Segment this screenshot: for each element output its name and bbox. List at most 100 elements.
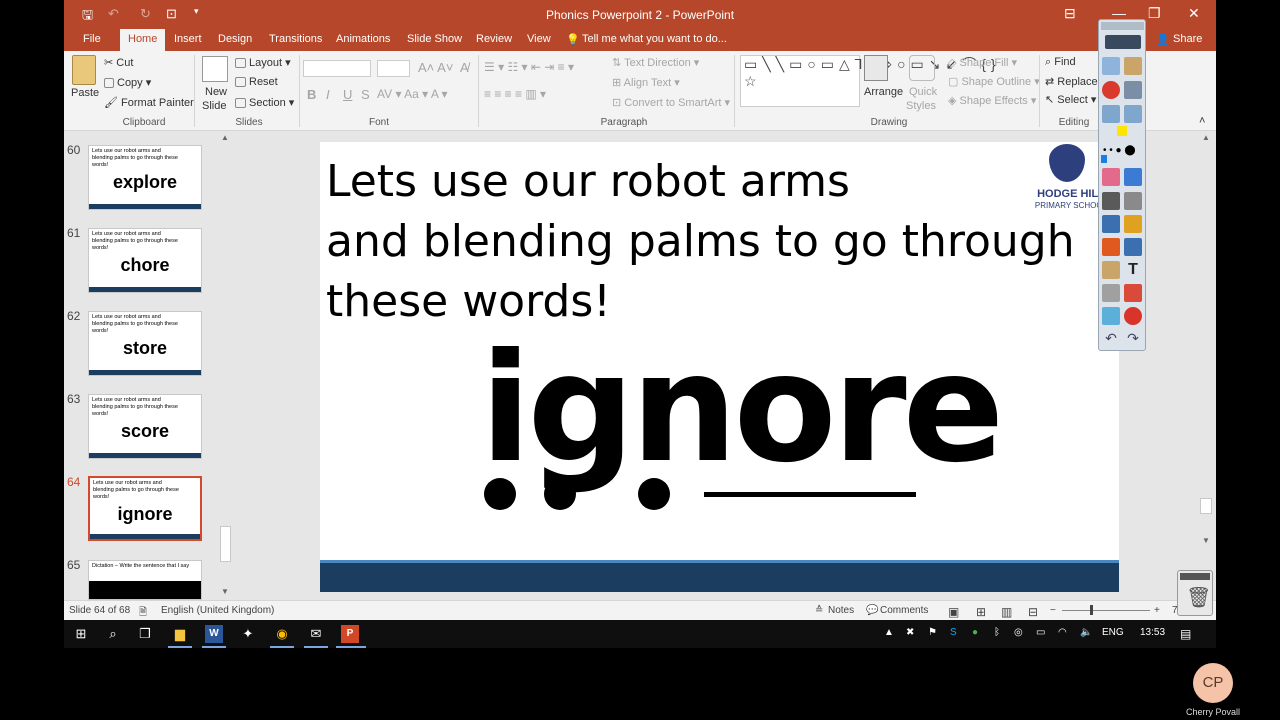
select-button[interactable]: ↖ Select ▾ [1045, 93, 1096, 106]
bullets-icon[interactable]: ☰ ▾ ☷ ▾ ⇤ ⇥ ≡ ▾ [484, 60, 574, 74]
collapse-ribbon-icon[interactable]: ˄ [1199, 115, 1205, 127]
slide-sorter-icon[interactable]: ⊞ [976, 605, 986, 619]
powerpoint-icon[interactable]: P [341, 625, 359, 643]
volume-icon[interactable]: 🔈 [1080, 627, 1092, 638]
tell-me-input[interactable]: Tell me what you want to do... [582, 33, 727, 45]
new-slide-label-2[interactable]: Slide [202, 100, 226, 112]
arrange-button[interactable]: Arrange [864, 86, 903, 98]
toolbox-text-icon[interactable]: T [1124, 261, 1142, 279]
current-slide[interactable]: Lets use our robot arms and blending pal… [320, 142, 1119, 592]
replace-button[interactable]: ⇄ Replace [1045, 75, 1098, 88]
restore-icon[interactable]: ❐ [1148, 5, 1161, 22]
toolbox-pointer-icon[interactable] [1102, 192, 1120, 210]
tab-view[interactable]: View [527, 33, 551, 45]
toolbox-fill-icon[interactable] [1124, 215, 1142, 233]
cut-button[interactable]: ✂ Cut [104, 56, 133, 69]
edit-scroll-up-icon[interactable]: ▲ [1202, 133, 1210, 142]
shape-effects-button[interactable]: ◈ Shape Effects ▾ [948, 94, 1036, 107]
clock[interactable]: 13:53 [1140, 627, 1165, 638]
tab-review[interactable]: Review [476, 33, 512, 45]
toolbox-film-icon[interactable] [1102, 284, 1120, 302]
spellcheck-icon[interactable]: 🗎 [139, 605, 147, 620]
toolbox-tools-icon[interactable] [1124, 192, 1142, 210]
tab-design[interactable]: Design [218, 33, 252, 45]
shape-outline-button[interactable]: ▢ Shape Outline ▾ [948, 75, 1040, 88]
thumbnail-slide-61[interactable]: Lets use our robot arms and blending pal… [88, 228, 202, 293]
quick-styles-label-2[interactable]: Styles [906, 100, 936, 112]
share-button[interactable]: Share [1173, 33, 1202, 45]
toolbox-forward-icon[interactable] [1124, 105, 1142, 123]
slide-title[interactable]: Lets use our robot arms and blending pal… [326, 152, 1075, 332]
toolbox-redo-icon[interactable]: ↷ [1124, 330, 1142, 348]
share-icon[interactable]: 👤 [1156, 33, 1170, 46]
clear-format-icon[interactable]: A̸ [460, 60, 469, 75]
yellow-color-swatch[interactable] [1117, 126, 1127, 136]
bold-button[interactable]: B [307, 87, 316, 102]
trash-icon[interactable]: 🗑 [1186, 585, 1211, 610]
reading-view-icon[interactable]: ▥ [1001, 605, 1012, 619]
tray-icon[interactable]: ▲ [884, 627, 894, 638]
tab-insert[interactable]: Insert [174, 33, 202, 45]
new-slide-icon[interactable] [202, 56, 228, 82]
tab-home[interactable]: Home [120, 29, 166, 51]
toolbox-record-icon[interactable] [1102, 81, 1120, 99]
toolbox-spray-icon[interactable] [1102, 307, 1120, 325]
shapes-gallery[interactable]: ▭╲╲▭○▭△⅂⅃⇨○▭↘↙⌒{}☆ [740, 55, 996, 107]
thumbnail-slide-64[interactable]: Lets use our robot arms and blending pal… [88, 476, 202, 541]
toolbox-eraser-icon[interactable] [1102, 168, 1120, 186]
notes-button[interactable]: Notes [828, 605, 854, 616]
comments-button[interactable]: Comments [880, 605, 928, 616]
strike-button[interactable]: S [361, 87, 370, 102]
toolbox-screenshot-icon[interactable] [1124, 284, 1142, 302]
file-explorer-icon[interactable]: ▆ [171, 625, 189, 643]
toolbox-export-icon[interactable] [1105, 35, 1141, 49]
edit-scroll-thumb[interactable] [1200, 498, 1212, 514]
avatar[interactable]: CP [1193, 663, 1233, 703]
phonics-word[interactable]: ignore [480, 322, 1004, 496]
chrome-icon[interactable]: ◉ [273, 625, 291, 643]
thumbnail-slide-60[interactable]: Lets use our robot arms and blending pal… [88, 145, 202, 210]
zoom-in-icon[interactable]: + [1154, 605, 1160, 616]
edit-scroll-down-icon[interactable]: ▼ [1202, 536, 1210, 545]
trash-widget[interactable]: 🗑 [1177, 570, 1213, 616]
toolbox-screen-icon[interactable] [1102, 57, 1120, 75]
language[interactable]: English (United Kingdom) [161, 605, 274, 616]
zoom-slider[interactable] [1062, 610, 1150, 611]
bluetooth-icon[interactable]: ᛒ [994, 627, 1000, 638]
paste-button[interactable]: Paste [71, 87, 99, 99]
align-icons[interactable]: ≡ ≡ ≡ ≡ ▥ ▾ [484, 87, 546, 101]
thumbnail-slide-62[interactable]: Lets use our robot arms and blending pal… [88, 311, 202, 376]
tray-icon[interactable]: ⚑ [928, 627, 937, 638]
toolbox-gallery-icon[interactable] [1102, 261, 1120, 279]
new-slide-label[interactable]: New [205, 86, 227, 98]
tab-file[interactable]: File [83, 33, 101, 45]
scroll-down-icon[interactable]: ▼ [221, 587, 229, 596]
toolbox-line-icon[interactable] [1124, 238, 1142, 256]
skype-icon[interactable]: S [950, 627, 957, 638]
toolbox-shapes-icon[interactable] [1102, 238, 1120, 256]
quick-styles-label[interactable]: Quick [909, 86, 937, 98]
slideshow-view-icon[interactable]: ⊟ [1028, 605, 1038, 619]
tab-transitions[interactable]: Transitions [269, 33, 322, 45]
thumbnail-slide-63[interactable]: Lets use our robot arms and blending pal… [88, 394, 202, 459]
mail-icon[interactable]: ✉ [307, 625, 325, 643]
font-size-box[interactable] [377, 60, 410, 77]
format-painter-button[interactable]: 🖌 Format Painter [104, 96, 194, 109]
ribbon-display-icon[interactable]: ⊟ [1064, 5, 1076, 22]
thumbnails-scrollbar[interactable]: ▲ ▼ [219, 131, 232, 600]
search-icon[interactable]: ⌕ [104, 625, 122, 643]
underline-button[interactable]: U [343, 87, 352, 102]
layout-button[interactable]: Layout ▾ [235, 56, 291, 69]
toolbox-camera-icon[interactable] [1124, 81, 1142, 99]
blue-color-swatch[interactable] [1101, 155, 1107, 163]
toolbox-header[interactable] [1101, 22, 1144, 30]
toolbox-pen-icon[interactable] [1102, 215, 1120, 233]
arrange-icon[interactable] [864, 55, 888, 81]
wifi-icon[interactable]: ◠ [1058, 627, 1067, 638]
tray-icon[interactable]: ● [972, 627, 978, 638]
pen-size-dots[interactable]: • • ● ⬤ [1103, 145, 1136, 156]
zoom-out-icon[interactable]: − [1050, 605, 1056, 616]
scroll-up-icon[interactable]: ▲ [221, 133, 229, 142]
tray-icon[interactable]: ◎ [1014, 627, 1023, 638]
battery-icon[interactable]: ▭ [1036, 627, 1045, 638]
